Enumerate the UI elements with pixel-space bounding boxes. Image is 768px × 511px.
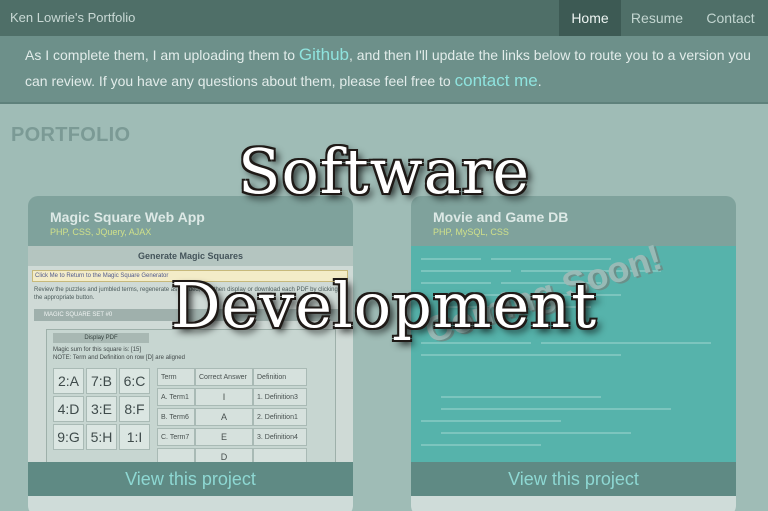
grid-cell: 3:E bbox=[86, 396, 117, 422]
intro-text-part1: As I complete them, I am uploading them … bbox=[25, 47, 299, 63]
table-cell: A. Term1 bbox=[157, 388, 195, 406]
brand-link[interactable]: Ken Lowrie's Portfolio bbox=[10, 10, 135, 25]
table-cell: 2. Definition1 bbox=[253, 408, 307, 426]
grid-cell: 5:H bbox=[86, 424, 117, 450]
nav-resume[interactable]: Resume bbox=[621, 0, 693, 36]
grid-cell: 1:I bbox=[119, 424, 150, 450]
preview-header: Generate Magic Squares bbox=[28, 246, 353, 266]
table-row: B. Term6 A 2. Definition1 bbox=[157, 408, 329, 426]
table-header: Correct Answer bbox=[195, 368, 253, 386]
table-header: Definition bbox=[253, 368, 307, 386]
preview-note-line2: NOTE: Term and Definition on row [D] are… bbox=[53, 355, 185, 361]
preview-note: Magic sum for this square is: [15] NOTE:… bbox=[53, 346, 185, 362]
code-texture-line bbox=[421, 444, 541, 446]
table-cell: A bbox=[195, 408, 253, 426]
table-cell: 1. Definition3 bbox=[253, 388, 307, 406]
intro-text: As I complete them, I am uploading them … bbox=[25, 42, 755, 94]
preview-panel: Display PDF Magic sum for this square is… bbox=[46, 329, 336, 466]
view-project-button[interactable]: View this project bbox=[28, 462, 353, 496]
table-cell: C. Term7 bbox=[157, 428, 195, 446]
overlay-title-line2: Development bbox=[170, 269, 598, 342]
intro-section: As I complete them, I am uploading them … bbox=[0, 36, 768, 104]
table-header: Term bbox=[157, 368, 195, 386]
grid-cell: 8:F bbox=[119, 396, 150, 422]
card-tech: PHP, CSS, JQuery, AJAX bbox=[50, 227, 152, 237]
table-cell: I bbox=[195, 388, 253, 406]
nav-home[interactable]: Home bbox=[559, 0, 621, 36]
card-footer bbox=[411, 496, 736, 511]
navbar: Ken Lowrie's Portfolio Home Resume Conta… bbox=[0, 0, 768, 36]
table-cell: E bbox=[195, 428, 253, 446]
grid-cell: 7:B bbox=[86, 368, 117, 394]
code-texture-line bbox=[421, 258, 481, 260]
table-header-row: Term Correct Answer Definition bbox=[157, 368, 329, 386]
contact-me-link[interactable]: contact me bbox=[455, 71, 538, 90]
code-texture-line bbox=[441, 396, 601, 398]
card-footer bbox=[28, 496, 353, 511]
table-cell: 3. Definition4 bbox=[253, 428, 307, 446]
code-texture-line bbox=[421, 420, 561, 422]
table-row: A. Term1 I 1. Definition3 bbox=[157, 388, 329, 406]
github-link[interactable]: Github bbox=[299, 45, 349, 64]
grid-cell: 6:C bbox=[119, 368, 150, 394]
code-texture-line bbox=[421, 354, 621, 356]
code-texture-line bbox=[441, 408, 671, 410]
project-card-movie-game-db[interactable]: Movie and Game DB PHP, MySQL, CSS View t… bbox=[411, 196, 736, 511]
project-card-magic-square[interactable]: Magic Square Web App PHP, CSS, JQuery, A… bbox=[28, 196, 353, 511]
code-texture-line bbox=[441, 432, 631, 434]
grid-cell: 4:D bbox=[53, 396, 84, 422]
nav-contact[interactable]: Contact bbox=[693, 0, 768, 36]
grid-cell: 9:G bbox=[53, 424, 84, 450]
card-tech: PHP, MySQL, CSS bbox=[433, 227, 509, 237]
view-project-button[interactable]: View this project bbox=[411, 462, 736, 496]
intro-text-part3: . bbox=[537, 73, 542, 89]
table-row: C. Term7 E 3. Definition4 bbox=[157, 428, 329, 446]
table-cell: B. Term6 bbox=[157, 408, 195, 426]
grid-cell: 2:A bbox=[53, 368, 84, 394]
overlay-title-line1: Software bbox=[237, 135, 531, 208]
